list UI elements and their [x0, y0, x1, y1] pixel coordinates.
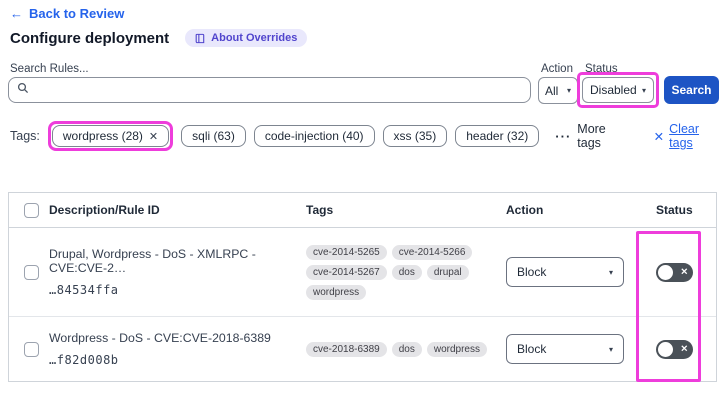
rule-description: Drupal, Wordpress - DoS - XMLRPC - CVE:C…	[49, 247, 256, 275]
row-checkbox[interactable]	[24, 341, 39, 357]
tag-pill-wordpress[interactable]: wordpress (28) ✕	[51, 125, 170, 147]
tags-label: Tags:	[10, 129, 40, 143]
tag-pill-label: code-injection (40)	[264, 129, 364, 143]
search-rules-label: Search Rules...	[10, 63, 89, 75]
rule-tag: cve-2014-5267	[306, 264, 387, 280]
book-icon	[195, 33, 206, 44]
back-link-label: Back to Review	[29, 6, 125, 21]
rule-tag: dos	[391, 264, 422, 280]
more-tags-button[interactable]: ··· More tags	[555, 122, 631, 150]
column-header-tags: Tags	[306, 203, 334, 217]
tag-pill-sqli[interactable]: sqli (63)	[181, 125, 246, 147]
action-select[interactable]: Block ▾	[506, 334, 624, 364]
action-label: Action	[541, 63, 573, 75]
back-to-review-link[interactable]: ← Back to Review	[10, 6, 124, 21]
table-header-row: Description/Rule ID Tags Action Status	[9, 193, 716, 228]
action-filter-value: All	[545, 83, 559, 98]
tag-pill-xss[interactable]: xss (35)	[382, 125, 448, 147]
rule-tag: drupal	[426, 264, 469, 280]
configure-deployment-page: ← Back to Review Configure deployment Ab…	[0, 0, 725, 406]
more-tags-label: More tags	[577, 122, 606, 150]
tag-pill-label: header (32)	[466, 129, 529, 143]
toggle-knob	[658, 341, 673, 357]
rule-tag: wordpress	[306, 284, 367, 300]
table-row: Wordpress - DoS - CVE:CVE-2018-6389 …f82…	[9, 317, 716, 381]
tag-pill-label: wordpress (28)	[62, 129, 143, 143]
rule-tag: wordpress	[426, 341, 487, 357]
select-all-checkbox[interactable]	[24, 202, 39, 218]
title-row: Configure deployment About Overrides	[10, 29, 308, 47]
status-filter-dropdown[interactable]: Disabled ▾	[582, 77, 654, 103]
rule-id: …f82d008b	[49, 353, 119, 367]
status-toggle-off[interactable]: ✕	[656, 339, 693, 359]
rule-tags: cve-2014-5265 cve-2014-5266 cve-2014-526…	[306, 244, 502, 300]
rule-tag: dos	[391, 341, 422, 357]
search-rules-input[interactable]	[35, 83, 522, 97]
rule-description: Wordpress - DoS - CVE:CVE-2018-6389	[49, 331, 271, 345]
status-filter-highlight: Disabled ▾	[577, 72, 659, 108]
search-button[interactable]: Search	[664, 76, 719, 104]
column-header-status: Status	[656, 203, 693, 217]
chevron-down-icon: ▾	[608, 344, 613, 354]
clear-tags-label: Clear tags	[669, 122, 700, 150]
toggle-knob	[658, 264, 673, 280]
column-header-action: Action	[506, 203, 544, 217]
about-overrides-label: About Overrides	[211, 32, 298, 44]
rules-table: Description/Rule ID Tags Action Status D…	[8, 192, 717, 382]
back-arrow-icon: ←	[10, 6, 23, 21]
toggle-x-icon: ✕	[680, 266, 688, 277]
rule-tags: cve-2018-6389 dos wordpress	[306, 341, 502, 357]
clear-tags-x-icon: ✕	[653, 129, 665, 144]
tag-pill-label: xss (35)	[393, 129, 437, 143]
chevron-down-icon: ▾	[566, 86, 571, 95]
action-select-value: Block	[517, 342, 547, 356]
action-select-value: Block	[517, 265, 547, 279]
tag-pill-label: sqli (63)	[192, 129, 235, 143]
status-toggle-off[interactable]: ✕	[656, 262, 693, 282]
about-overrides-badge[interactable]: About Overrides	[185, 29, 308, 47]
table-row: Drupal, Wordpress - DoS - XMLRPC - CVE:C…	[9, 228, 716, 317]
chevron-down-icon: ▾	[641, 85, 646, 95]
more-dots-icon: ···	[555, 128, 572, 144]
chevron-down-icon: ▾	[608, 267, 613, 277]
tag-pill-code-injection[interactable]: code-injection (40)	[253, 125, 375, 147]
tag-pill-header[interactable]: header (32)	[455, 125, 540, 147]
rule-tag: cve-2018-6389	[306, 341, 387, 357]
clear-tags-link[interactable]: ✕ Clear tags	[654, 122, 725, 150]
action-select[interactable]: Block ▾	[506, 257, 624, 287]
row-checkbox[interactable]	[24, 264, 39, 280]
remove-tag-icon[interactable]: ✕	[149, 130, 158, 143]
action-filter-dropdown[interactable]: All ▾	[538, 77, 578, 104]
selected-tag-highlight: wordpress (28) ✕	[47, 121, 174, 151]
page-title: Configure deployment	[10, 29, 170, 47]
toggle-x-icon: ✕	[680, 343, 688, 354]
search-rules-box	[8, 77, 531, 103]
rule-tag: cve-2014-5265	[306, 244, 387, 260]
tags-bar: Tags: wordpress (28) ✕ sqli (63) code-in…	[10, 121, 725, 151]
column-header-description: Description/Rule ID	[49, 203, 160, 217]
rule-tag: cve-2014-5266	[391, 244, 473, 260]
rule-id: …84534ffa	[49, 283, 119, 297]
status-filter-value: Disabled	[590, 83, 637, 97]
search-icon	[17, 81, 29, 99]
